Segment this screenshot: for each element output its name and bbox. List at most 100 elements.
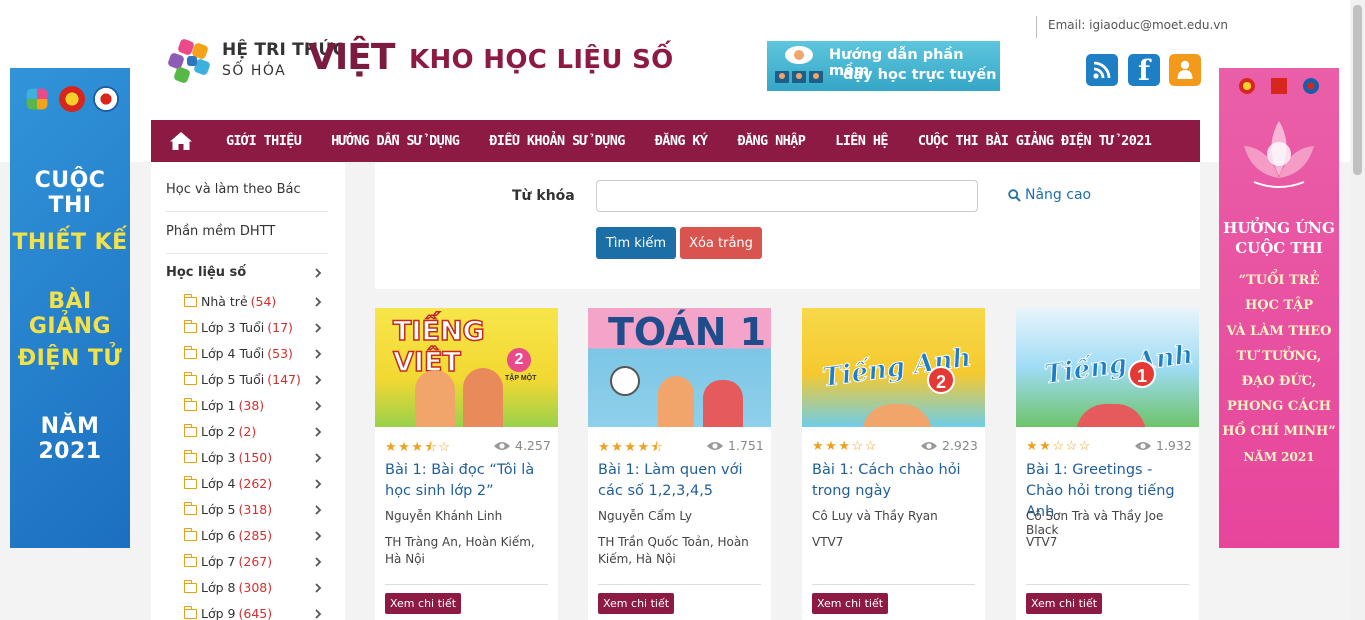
sidebar-tree-item[interactable]: Lớp 2 (2) [183,423,256,439]
contest-banner-left[interactable]: CUỘC THI THIẾT KẾ BÀI GIẢNG ĐIỆN TỬ NĂM … [10,68,130,548]
tree-item-label: Lớp 2 [201,424,236,439]
book-cover-image[interactable]: Tiếng Anh 2 [802,308,985,427]
sidebar-tree-item[interactable]: Lớp 7 (267) [183,553,272,569]
sidebar-tree-item[interactable]: Lớp 5 (318) [183,501,272,517]
advanced-search-link[interactable]: Nâng cao [1008,187,1091,203]
sidebar-tree-item[interactable]: Lớp 8 (308) [183,579,272,595]
banner-right-line1: “TUỔI TRẺ [1238,273,1320,288]
chevron-right-icon[interactable] [313,401,323,411]
star-icon: ☆ [438,439,452,454]
chevron-right-icon[interactable] [313,349,323,359]
sidebar-link-phan-mem-dhtt[interactable]: Phần mềm DHTT [166,224,275,239]
keyword-input[interactable] [596,180,978,212]
rating-stars: ★★★☆☆ [812,438,878,454]
nav-cuoc-thi[interactable]: CUỘC THI BÀI GIẢNG ĐIỆN TỬ 2021 [903,133,1166,149]
folder-icon [183,579,197,593]
lesson-organization: TH Tràng An, Hoàn Kiếm, Hà Nội [385,535,535,566]
chevron-right-icon[interactable] [313,375,323,385]
chevron-right-icon[interactable] [313,323,323,333]
rss-icon[interactable] [1086,54,1118,86]
chevron-right-icon[interactable] [313,557,323,567]
view-detail-button[interactable]: Xem chi tiết [598,593,675,614]
chevron-right-icon[interactable] [313,583,323,593]
lesson-author: Nguyễn Cẩm Ly [598,509,693,523]
lesson-title[interactable]: Bài 1: Làm quen với các số 1,2,3,4,5 [598,460,766,502]
lesson-title[interactable]: Bài 1: Bài đọc “Tôi là học sinh lớp 2” [385,460,553,502]
chevron-right-icon[interactable] [313,531,323,541]
nav-dang-nhap[interactable]: ĐĂNG NHẬP [722,133,820,149]
clear-button[interactable]: Xóa trắng [680,227,762,259]
search-button[interactable]: Tìm kiếm [596,227,676,259]
star-icon: ⯪ [650,439,665,454]
sidebar-tree-item[interactable]: Lớp 4 Tuổi (53) [183,345,293,361]
page-scrollbar[interactable] [1350,0,1365,620]
book-cover-image[interactable]: Tiếng Anh 1 [1016,308,1199,427]
chevron-right-icon[interactable] [313,427,323,437]
view-detail-button[interactable]: Xem chi tiết [385,593,462,614]
card-divider [385,584,548,585]
chevron-right-icon[interactable] [313,479,323,489]
tree-item-label: Lớp 3 Tuổi [201,320,265,335]
cover-illustration [862,404,932,427]
lesson-card[interactable]: TIẾNG VIỆT 2 TẬP MỘT ★★★⯪☆ 4.257 Bài 1: Bài đ… [375,308,558,620]
chevron-right-icon[interactable] [313,453,323,463]
nav-lien-he[interactable]: LIÊN HỆ [820,133,903,149]
nav-dang-ky[interactable]: ĐĂNG KÝ [640,133,723,149]
sidebar-tree-item[interactable]: Lớp 4 (262) [183,475,272,491]
view-detail-button[interactable]: Xem chi tiết [812,593,889,614]
sidebar-heading-hoc-lieu-so[interactable]: Học liệu số [166,265,246,280]
chevron-right-icon[interactable] [313,609,323,619]
site-logo[interactable]: HỆ TRI THỨC SỐ HÓA VIỆT [165,36,395,88]
lesson-organization: VTV7 [1026,535,1058,549]
lesson-card[interactable]: Tiếng Anh 2 ★★★☆☆ 2.923 Bài 1: Cách chào hỏi… [802,308,985,620]
sidebar-tree-item[interactable]: Lớp 3 (150) [183,449,272,465]
tree-item-count: (645) [238,606,273,620]
scrollbar-thumb[interactable] [1353,5,1362,175]
view-count: 2.923 [920,438,978,453]
chevron-right-icon[interactable] [313,297,323,307]
star-icon: ★ [637,439,651,454]
chevron-right-icon[interactable] [313,268,323,278]
nav-huong-dan-su-dung[interactable]: HƯỚNG DẪN SỬ DỤNG [316,133,474,149]
home-icon[interactable] [151,120,211,162]
book-cover-image[interactable]: TOÁN 1 [588,308,771,427]
eye-icon [494,441,510,450]
teaching-software-guide-banner[interactable]: Hướng dẫn phần mềm dạy học trực tuyến [767,41,1000,91]
user-icon[interactable] [1169,54,1201,86]
view-detail-button[interactable]: Xem chi tiết [1026,593,1103,614]
chevron-right-icon[interactable] [313,505,323,515]
facebook-icon[interactable]: f [1128,54,1160,87]
sidebar-tree-item[interactable]: Lớp 1 (38) [183,397,264,413]
folder-icon [183,423,197,437]
lesson-title[interactable]: Bài 1: Cách chào hỏi trong ngày [812,460,980,502]
tree-item-label: Nhà trẻ [201,294,248,309]
lotus-portrait-icon [1244,121,1314,188]
sidebar-tree-item[interactable]: Lớp 9 (645) [183,605,273,620]
book-cover-image[interactable]: TIẾNG VIỆT 2 TẬP MỘT [375,308,558,427]
star-icon: ★ [398,439,412,454]
lesson-card[interactable]: TOÁN 1 ★★★★⯪ 1.751 Bài 1: Làm quen với các … [588,308,771,620]
tree-item-label: Lớp 5 Tuổi [201,372,265,387]
sidebar-tree-item[interactable]: Nhà trẻ (54) [183,293,277,309]
cover-grade-number: 2 [507,348,531,372]
nav-dieu-khoan-su-dung[interactable]: ĐIỀU KHOẢN SỬ DỤNG [474,133,640,149]
folder-icon [183,293,197,307]
sidebar-tree-item[interactable]: Lớp 6 (285) [183,527,272,543]
view-count: 1.932 [1134,438,1192,453]
cover-illustration [658,376,694,427]
lesson-card[interactable]: Tiếng Anh 1 ★★☆☆☆ 1.932 Bài 1: Greetings - C… [1016,308,1199,620]
nav-gioi-thieu[interactable]: GIỚI THIỆU [211,133,316,149]
star-icon: ☆ [851,438,865,453]
lesson-author: Cô Luy và Thầy Ryan [812,509,938,523]
contest-banner-right[interactable]: HƯỞNG ỨNG CUỘC THI “TUỔI TRẺ HỌC TẬP VÀ … [1219,68,1339,548]
sidebar-tree-item[interactable]: Lớp 3 Tuổi (17) [183,319,293,335]
card-divider [812,584,975,585]
tree-item-count: (54) [250,294,277,309]
star-icon: ★ [838,438,852,453]
search-icon [1008,188,1021,202]
sidebar-tree-item[interactable]: Lớp 5 Tuổi (147) [183,371,301,387]
sidebar-link-hoc-va-lam-theo-bac[interactable]: Học và làm theo Bác [166,182,301,197]
folder-icon [183,319,197,333]
banner-right-line7: HỒ CHÍ MINH” [1222,424,1336,439]
star-icon: ★ [825,438,839,453]
